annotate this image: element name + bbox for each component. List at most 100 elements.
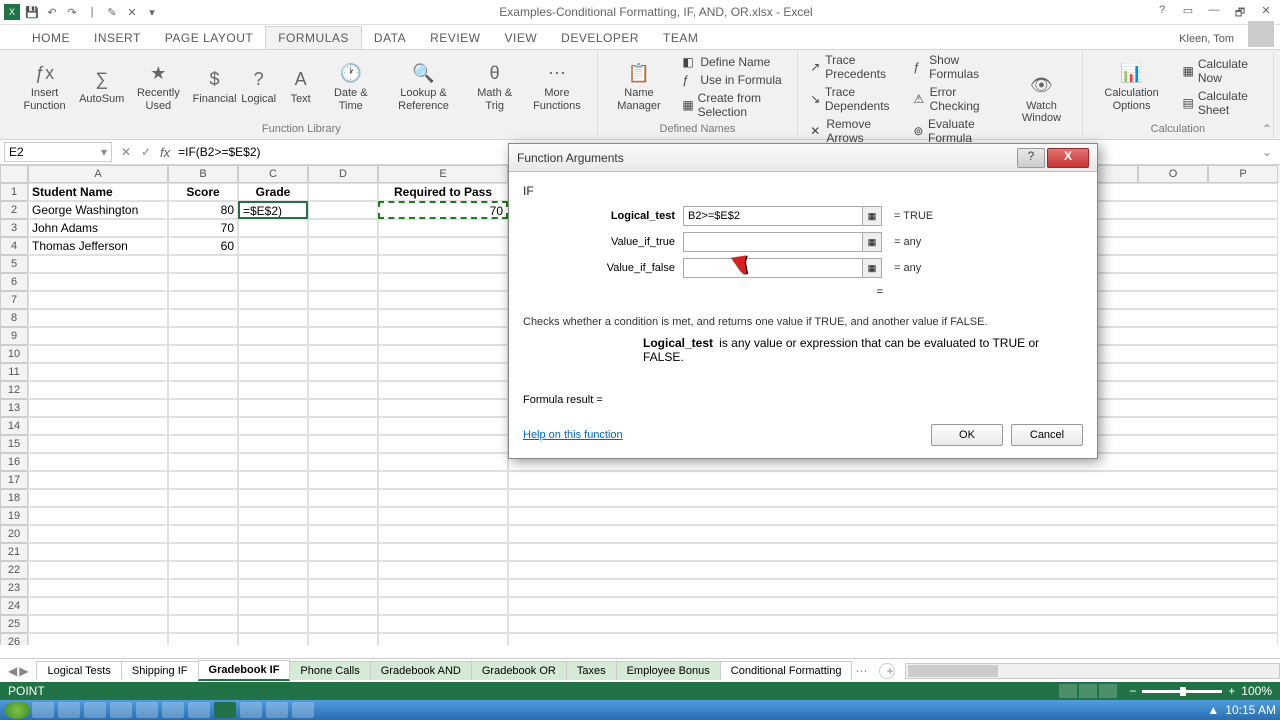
tab-formulas[interactable]: FORMULAS bbox=[265, 26, 362, 49]
tab-insert[interactable]: INSERT bbox=[82, 27, 153, 49]
taskbar-app-icon[interactable] bbox=[58, 702, 80, 718]
row-header[interactable]: 5 bbox=[0, 255, 28, 273]
ribbon-options-icon[interactable]: ▭ bbox=[1178, 4, 1198, 20]
zoom-out-icon[interactable]: − bbox=[1129, 684, 1136, 698]
select-all-corner[interactable] bbox=[0, 165, 28, 183]
help-icon[interactable]: ? bbox=[1152, 4, 1172, 20]
tab-pagelayout[interactable]: PAGE LAYOUT bbox=[153, 27, 265, 49]
autosum-button[interactable]: ∑AutoSum bbox=[79, 52, 124, 121]
tab-view[interactable]: VIEW bbox=[492, 27, 549, 49]
row-header[interactable]: 2 bbox=[0, 201, 28, 219]
zoom-level[interactable]: 100% bbox=[1241, 684, 1272, 698]
col-header[interactable]: B bbox=[168, 165, 238, 183]
dialog-help-icon[interactable]: ? bbox=[1017, 148, 1045, 168]
taskbar-app-icon[interactable] bbox=[32, 702, 54, 718]
cell[interactable]: George Washington bbox=[28, 201, 168, 219]
cell[interactable]: Thomas Jefferson bbox=[28, 237, 168, 255]
logical-test-input[interactable] bbox=[683, 206, 863, 226]
col-header[interactable]: A bbox=[28, 165, 168, 183]
row-header[interactable]: 11 bbox=[0, 363, 28, 381]
cell[interactable] bbox=[308, 219, 378, 237]
tab-nav-next-icon[interactable]: ▶ bbox=[19, 664, 28, 678]
calc-options-button[interactable]: 📊Calculation Options bbox=[1089, 52, 1175, 121]
tab-review[interactable]: REVIEW bbox=[418, 27, 492, 49]
taskbar-app-icon[interactable] bbox=[188, 702, 210, 718]
sheet-tab[interactable]: Taxes bbox=[566, 661, 617, 680]
row-header[interactable]: 22 bbox=[0, 561, 28, 579]
row-header[interactable]: 15 bbox=[0, 435, 28, 453]
define-name-button[interactable]: ◧Define Name bbox=[680, 54, 787, 70]
sheet-tab[interactable]: Gradebook OR bbox=[471, 661, 567, 680]
row-header[interactable]: 6 bbox=[0, 273, 28, 291]
cell[interactable]: Required to Pass bbox=[378, 183, 508, 201]
sheet-tab-active[interactable]: Gradebook IF bbox=[198, 660, 291, 681]
row-header[interactable]: 23 bbox=[0, 579, 28, 597]
remove-arrows-button[interactable]: ✕Remove Arrows bbox=[808, 116, 901, 146]
taskbar-app-icon[interactable] bbox=[136, 702, 158, 718]
dialog-close-icon[interactable]: X bbox=[1047, 148, 1089, 168]
redo-icon[interactable]: ↷ bbox=[64, 4, 80, 20]
range-selector-icon[interactable]: ▦ bbox=[862, 232, 882, 252]
tab-team[interactable]: TEAM bbox=[651, 27, 710, 49]
enter-formula-icon[interactable]: ✓ bbox=[136, 145, 156, 159]
collapse-ribbon-icon[interactable]: ⌃ bbox=[1262, 122, 1272, 136]
page-break-view-icon[interactable] bbox=[1099, 684, 1117, 698]
row-header[interactable]: 20 bbox=[0, 525, 28, 543]
col-header[interactable]: O bbox=[1138, 165, 1208, 183]
cell[interactable] bbox=[238, 219, 308, 237]
name-box[interactable]: E2▾ bbox=[4, 142, 112, 162]
trace-dependents-button[interactable]: ↘Trace Dependents bbox=[808, 84, 901, 114]
insert-function-button[interactable]: ƒxInsert Function bbox=[12, 52, 77, 121]
col-header[interactable]: P bbox=[1208, 165, 1278, 183]
taskbar-app-icon[interactable] bbox=[84, 702, 106, 718]
cell[interactable] bbox=[378, 237, 508, 255]
taskbar-app-icon[interactable] bbox=[240, 702, 262, 718]
math-button[interactable]: θMath & Trig bbox=[468, 52, 521, 121]
recently-used-button[interactable]: ★Recently Used bbox=[126, 52, 190, 121]
row-header[interactable]: 14 bbox=[0, 417, 28, 435]
create-from-selection-button[interactable]: ▦Create from Selection bbox=[680, 90, 787, 120]
logical-button[interactable]: ?Logical bbox=[239, 52, 279, 121]
col-header[interactable]: D bbox=[308, 165, 378, 183]
taskbar-app-icon[interactable] bbox=[110, 702, 132, 718]
tab-developer[interactable]: DEVELOPER bbox=[549, 27, 651, 49]
sheet-tab[interactable]: Conditional Formatting bbox=[720, 661, 853, 680]
sheet-tab[interactable]: Shipping IF bbox=[121, 661, 199, 680]
cell[interactable]: Score bbox=[168, 183, 238, 201]
cell-active[interactable]: 70 bbox=[378, 201, 508, 219]
financial-button[interactable]: $Financial bbox=[192, 52, 236, 121]
row-header[interactable]: 13 bbox=[0, 399, 28, 417]
range-selector-icon[interactable]: ▦ bbox=[862, 258, 882, 278]
cancel-formula-icon[interactable]: ✕ bbox=[116, 145, 136, 159]
row-header[interactable]: 18 bbox=[0, 489, 28, 507]
tray-icon[interactable]: ▲ bbox=[1207, 703, 1219, 717]
trace-precedents-button[interactable]: ↗Trace Precedents bbox=[808, 52, 901, 82]
cell[interactable]: Student Name bbox=[28, 183, 168, 201]
qat-clear-icon[interactable]: ✕ bbox=[124, 4, 140, 20]
col-header[interactable]: E bbox=[378, 165, 508, 183]
dialog-titlebar[interactable]: Function Arguments ? X bbox=[509, 144, 1097, 172]
cell[interactable] bbox=[308, 183, 378, 201]
lookup-button[interactable]: 🔍Lookup & Reference bbox=[381, 52, 466, 121]
restore-icon[interactable]: 🗗 bbox=[1230, 4, 1250, 20]
undo-icon[interactable]: ↶ bbox=[44, 4, 60, 20]
name-manager-button[interactable]: 📋Name Manager bbox=[604, 52, 675, 121]
new-sheet-icon[interactable]: + bbox=[879, 663, 895, 679]
cell[interactable]: 60 bbox=[168, 237, 238, 255]
calculate-sheet-button[interactable]: ▤Calculate Sheet bbox=[1180, 88, 1263, 118]
sheet-tab[interactable]: Phone Calls bbox=[289, 661, 370, 680]
qat-drop-icon[interactable]: ▾ bbox=[144, 4, 160, 20]
cancel-button[interactable]: Cancel bbox=[1011, 424, 1083, 446]
row-header[interactable]: 17 bbox=[0, 471, 28, 489]
clock[interactable]: 10:15 AM bbox=[1225, 703, 1276, 717]
save-icon[interactable]: 💾 bbox=[24, 4, 40, 20]
taskbar-app-icon[interactable] bbox=[162, 702, 184, 718]
row-header[interactable]: 26 bbox=[0, 633, 28, 645]
row-header[interactable]: 21 bbox=[0, 543, 28, 561]
normal-view-icon[interactable] bbox=[1059, 684, 1077, 698]
evaluate-formula-button[interactable]: ⊚Evaluate Formula bbox=[911, 116, 1001, 146]
zoom-in-icon[interactable]: + bbox=[1228, 684, 1235, 698]
row-header[interactable]: 3 bbox=[0, 219, 28, 237]
cell[interactable]: John Adams bbox=[28, 219, 168, 237]
start-button[interactable] bbox=[4, 701, 30, 719]
